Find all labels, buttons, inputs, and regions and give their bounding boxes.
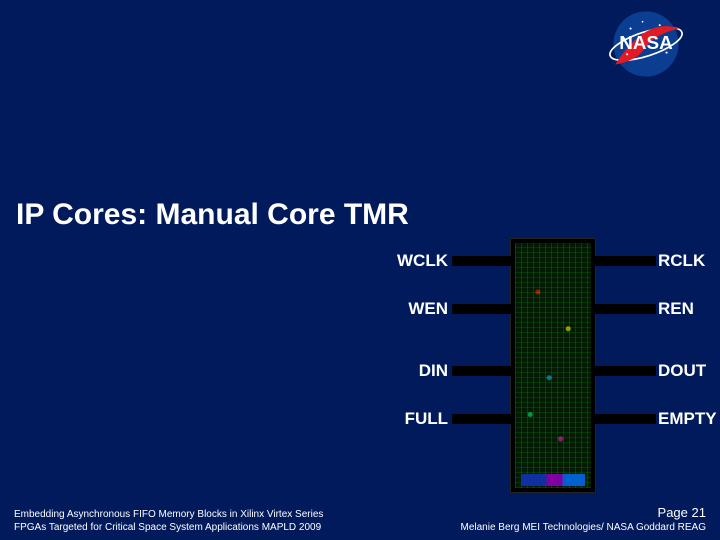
- pin-row: WCLK RCLK: [390, 246, 710, 276]
- footer-left-line2: FPGAs Targeted for Critical Space System…: [14, 522, 323, 535]
- pin-label-din: DIN: [419, 361, 448, 381]
- pin-wire: [452, 414, 512, 424]
- pin-label-empty: EMPTY: [658, 409, 717, 429]
- pin-row: WEN REN: [390, 294, 710, 324]
- pin-wire: [452, 304, 512, 314]
- pin-wire: [594, 256, 656, 266]
- pin-label-full: FULL: [405, 409, 448, 429]
- footer-left: Embedding Asynchronous FIFO Memory Block…: [14, 509, 323, 534]
- pin-wire: [594, 304, 656, 314]
- pin-label-wclk: WCLK: [397, 251, 448, 271]
- pin-row: FULL EMPTY: [390, 404, 710, 434]
- page-number-value: 21: [692, 505, 706, 520]
- page-label-text: Page: [658, 505, 688, 520]
- pin-label-dout: DOUT: [658, 361, 706, 381]
- slide-title: IP Cores: Manual Core TMR: [16, 198, 409, 232]
- page-number: Page 21: [461, 505, 707, 521]
- pin-wire: [594, 366, 656, 376]
- pin-label-rclk: RCLK: [658, 251, 705, 271]
- pin-label-wen: WEN: [408, 299, 448, 319]
- footer-left-line1: Embedding Asynchronous FIFO Memory Block…: [14, 509, 323, 522]
- pin-label-ren: REN: [658, 299, 694, 319]
- slide-footer: Embedding Asynchronous FIFO Memory Block…: [0, 505, 720, 534]
- svg-text:NASA: NASA: [619, 32, 673, 53]
- footer-author-line: Melanie Berg MEI Technologies/ NASA Godd…: [461, 522, 707, 535]
- pin-wire: [452, 256, 512, 266]
- pin-wire: [594, 414, 656, 424]
- fifo-block-diagram: WCLK RCLK WEN REN DIN DOUT FULL EMPTY: [390, 238, 710, 498]
- pin-row: DIN DOUT: [390, 356, 710, 386]
- pin-wire: [452, 366, 512, 376]
- nasa-logo: NASA: [602, 8, 690, 80]
- footer-right: Page 21 Melanie Berg MEI Technologies/ N…: [461, 505, 707, 534]
